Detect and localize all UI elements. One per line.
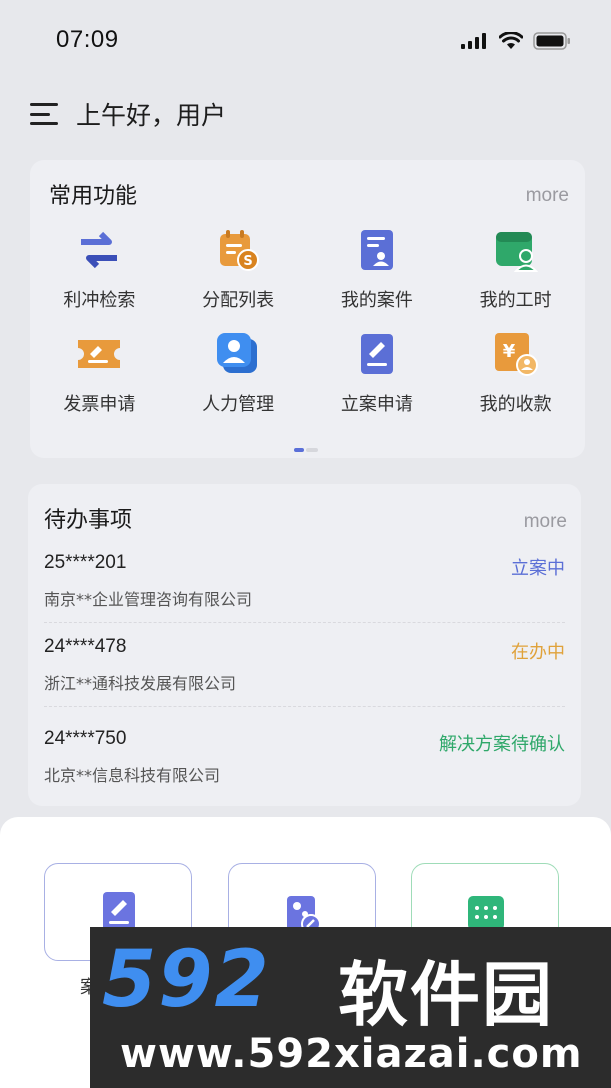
header: 上午好，用户 [30, 96, 226, 132]
todos-title: 待办事项 [44, 508, 133, 533]
calendar-person-icon [492, 226, 540, 274]
features-grid: 利冲检索 S 分配列表 我的案件 我的工时 发票申请 人力管理 立案申请 ¥ 我… [30, 226, 585, 416]
svg-text:¥: ¥ [502, 341, 515, 362]
todo-id: 24****750 [44, 728, 127, 749]
person-card-icon [214, 330, 262, 378]
case-file-icon [353, 226, 401, 274]
todo-company: 北京**信息科技有限公司 [44, 766, 221, 785]
greeting: 上午好，用户 [76, 101, 227, 130]
feature-my-receipts[interactable]: ¥ 我的收款 [446, 330, 585, 416]
feature-conflict-search[interactable]: 利冲检索 [30, 226, 169, 312]
todo-id: 24****478 [44, 636, 127, 657]
todo-row[interactable]: 24****478 浙江**通科技发展有限公司 在办中 [44, 636, 565, 720]
feature-invoice-request[interactable]: 发票申请 [30, 330, 169, 416]
feature-my-hours[interactable]: 我的工时 [446, 226, 585, 312]
todo-row[interactable]: 25****201 南京**企业管理咨询有限公司 立案中 [44, 552, 565, 636]
battery-icon [533, 32, 570, 50]
swap-arrows-icon [75, 226, 123, 274]
calendar-money-icon: S [214, 226, 262, 274]
status-icons [461, 32, 571, 50]
svg-text:S: S [243, 254, 252, 269]
menu-icon[interactable] [30, 103, 58, 125]
todo-status: 立案中 [511, 558, 565, 579]
invoice-ticket-icon [75, 330, 123, 378]
todo-company: 南京**企业管理咨询有限公司 [44, 590, 253, 609]
features-more-link[interactable]: more [526, 185, 569, 207]
todos-more-link[interactable]: more [524, 511, 567, 533]
feature-my-cases[interactable]: 我的案件 [308, 226, 447, 312]
signal-icon [461, 33, 486, 49]
page-indicator [294, 448, 318, 452]
app-screen: 07:09 上午好，用户 常用功能 more 利冲检索 S 分配列表 我的案件 … [0, 0, 611, 1088]
todos-card: 待办事项 more 25****201 南京**企业管理咨询有限公司 立案中 2… [28, 484, 581, 806]
feature-label: 发票申请 [63, 394, 136, 415]
features-card: 常用功能 more 利冲检索 S 分配列表 我的案件 我的工时 发票申请 人力管… [30, 160, 585, 458]
todo-status: 解决方案待确认 [439, 734, 565, 755]
feature-allocation-list[interactable]: S 分配列表 [169, 226, 308, 312]
todo-id: 25****201 [44, 552, 127, 573]
status-bar: 07:09 [0, 0, 611, 80]
document-pen-icon [353, 330, 401, 378]
feature-label: 立案申请 [340, 394, 413, 415]
wifi-icon [499, 32, 523, 49]
todo-row[interactable]: 24****750 北京**信息科技有限公司 解决方案待确认 [44, 728, 565, 812]
feature-label: 我的工时 [479, 290, 552, 311]
features-title: 常用功能 [49, 184, 138, 209]
status-time: 07:09 [56, 26, 119, 53]
feature-label: 分配列表 [202, 290, 275, 311]
watermark-banner: 592 软件园 www.592xiazai.com [90, 927, 611, 1088]
feature-hr-management[interactable]: 人力管理 [169, 330, 308, 416]
page-dot-active [294, 448, 304, 452]
watermark-url: www.592xiazai.com [120, 1031, 583, 1077]
divider [44, 622, 565, 623]
todo-status: 在办中 [511, 642, 565, 663]
feature-label: 利冲检索 [63, 290, 136, 311]
feature-case-filing[interactable]: 立案申请 [308, 330, 447, 416]
watermark-brand-number: 592 [102, 935, 271, 1025]
feature-label: 人力管理 [202, 394, 275, 415]
yen-receipt-icon: ¥ [492, 330, 540, 378]
todo-company: 浙江**通科技发展有限公司 [44, 674, 237, 693]
feature-label: 我的案件 [340, 290, 413, 311]
feature-label: 我的收款 [479, 394, 552, 415]
watermark-brand-name: 软件园 [338, 954, 554, 1036]
page-dot [306, 448, 318, 452]
divider [44, 706, 565, 707]
